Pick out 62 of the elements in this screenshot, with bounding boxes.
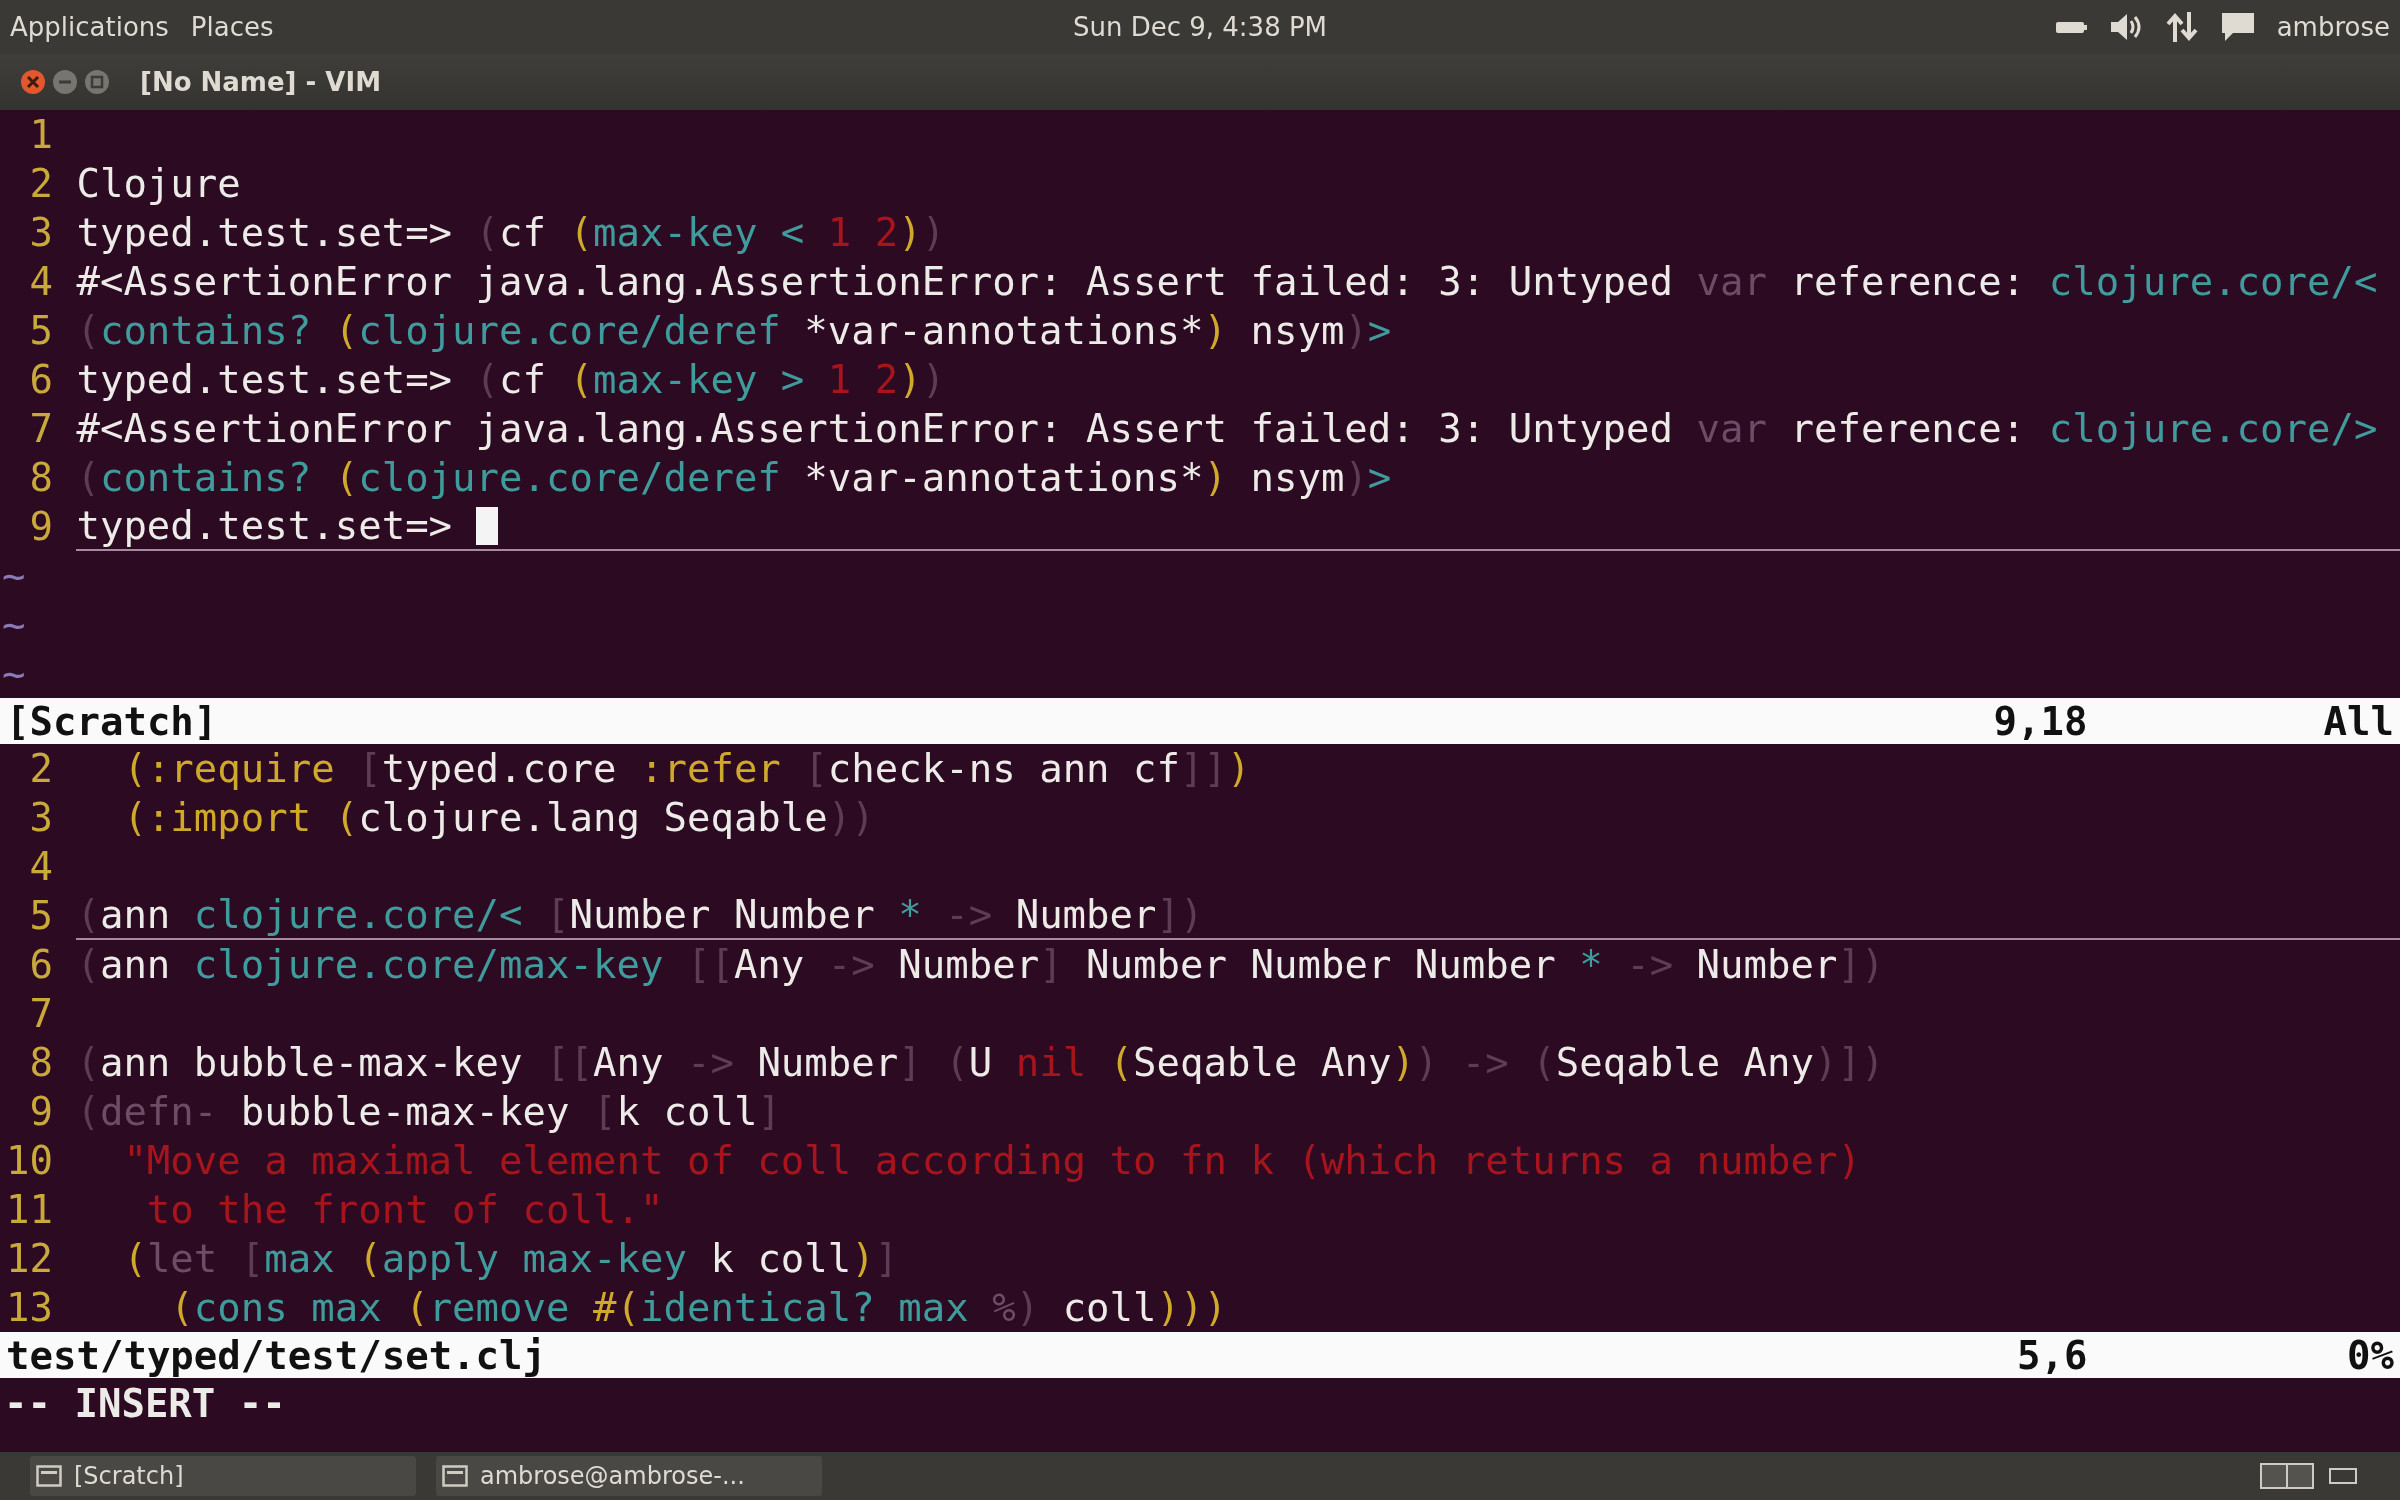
line-number: 2 xyxy=(28,161,53,206)
clock[interactable]: Sun Dec 9, 4:38 PM xyxy=(803,12,1597,42)
window-icon xyxy=(442,1465,468,1487)
line-number: 4 xyxy=(28,259,53,304)
code-line: Clojure xyxy=(76,161,241,206)
panel-menu[interactable]: Places xyxy=(190,12,274,42)
buffer-name: [Scratch] xyxy=(6,698,219,744)
taskbar-item[interactable]: [Scratch] xyxy=(30,1456,416,1496)
code-line: #<AssertionError java.lang.AssertionError: Assert failed: 3: Untyped var reference: clojure.core/> xyxy=(76,406,2378,451)
code-line: (ann clojure.core/max-key [[Any -> Number] Number Number Number * -> Number]) xyxy=(76,942,1885,987)
code-line: (ann clojure.core/< [Number Number * -> Number]) xyxy=(76,891,2400,940)
code-line: (:import (clojure.lang Seqable)) xyxy=(122,795,875,840)
line-number: 9 xyxy=(28,504,53,549)
taskbar-item[interactable]: ambrose@ambrose-... xyxy=(436,1456,822,1496)
code-line: typed.test.set=> (cf (max-key > 1 2)) xyxy=(76,357,946,402)
line-number: 8 xyxy=(28,455,53,500)
line-number: 5 xyxy=(28,308,53,353)
code-line: (defn- bubble-max-key [k coll] xyxy=(76,1089,781,1134)
code-line: typed.test.set=> (cf (max-key < 1 2)) xyxy=(76,210,946,255)
line-number: 6 xyxy=(28,357,53,402)
user-name[interactable]: ambrose xyxy=(2276,12,2390,42)
cursor-position: 9,18 xyxy=(1993,698,2089,744)
code-line: to the front of coll." xyxy=(145,1187,664,1232)
scroll-percentage: 0% xyxy=(2347,1332,2394,1378)
line-number: 3 xyxy=(28,795,53,840)
empty-line-marker: ~ xyxy=(1,553,26,598)
line-number: 2 xyxy=(28,746,53,791)
code-line: (let [max (apply max-key k coll)] xyxy=(122,1236,899,1281)
code-line: typed.test.set=> xyxy=(76,502,2400,551)
line-number: 4 xyxy=(28,844,53,889)
line-number: 5 xyxy=(28,893,53,938)
maximize-button[interactable] xyxy=(84,69,110,95)
window-title: [No Name] - VIM xyxy=(140,67,382,97)
line-number: 3 xyxy=(28,210,53,255)
network-arrows-icon[interactable] xyxy=(2164,10,2199,44)
code-line: "Move a maximal element of coll according to fn k (which returns a number) xyxy=(122,1138,1861,1183)
line-number: 8 xyxy=(28,1040,53,1085)
minimize-button[interactable] xyxy=(52,69,78,95)
cursor-position: 5,6 xyxy=(2017,1332,2089,1378)
line-number: 7 xyxy=(28,991,53,1036)
line-number: 11 xyxy=(6,1187,53,1232)
line-number: 7 xyxy=(28,406,53,451)
line-number: 13 xyxy=(6,1285,53,1330)
code-line: (contains? (clojure.core/deref *var-annotations*) nsym)> xyxy=(76,308,1392,353)
line-number: 1 xyxy=(28,112,53,157)
line-number: 9 xyxy=(28,1089,53,1134)
buffer-name: test/typed/test/set.clj xyxy=(6,1332,548,1378)
close-button[interactable] xyxy=(20,69,46,95)
mode-indicator: -- INSERT -- xyxy=(4,1380,286,1426)
empty-line-marker: ~ xyxy=(1,651,26,696)
code-line: (ann bubble-max-key [[Any -> Number] (U nil (Seqable Any)) -> (Seqable Any)]) xyxy=(76,1040,1885,1085)
panel-menu[interactable]: Applications xyxy=(10,12,169,42)
scroll-percentage: All xyxy=(2323,698,2394,744)
code-line: #<AssertionError java.lang.AssertionError: Assert failed: 3: Untyped var reference: clojure.core/< xyxy=(76,259,2378,304)
empty-line-marker: ~ xyxy=(1,602,26,647)
line-number: 10 xyxy=(6,1138,53,1183)
code-line: (cons max (remove #(identical? max %) coll))) xyxy=(169,1285,1227,1330)
code-line: (:require [typed.core :refer [check-ns ann cf]]) xyxy=(122,746,1251,791)
window-icon xyxy=(36,1465,62,1487)
line-number: 6 xyxy=(28,942,53,987)
code-line: (contains? (clojure.core/deref *var-annotations*) nsym)> xyxy=(76,455,1392,500)
line-number: 12 xyxy=(6,1236,53,1281)
